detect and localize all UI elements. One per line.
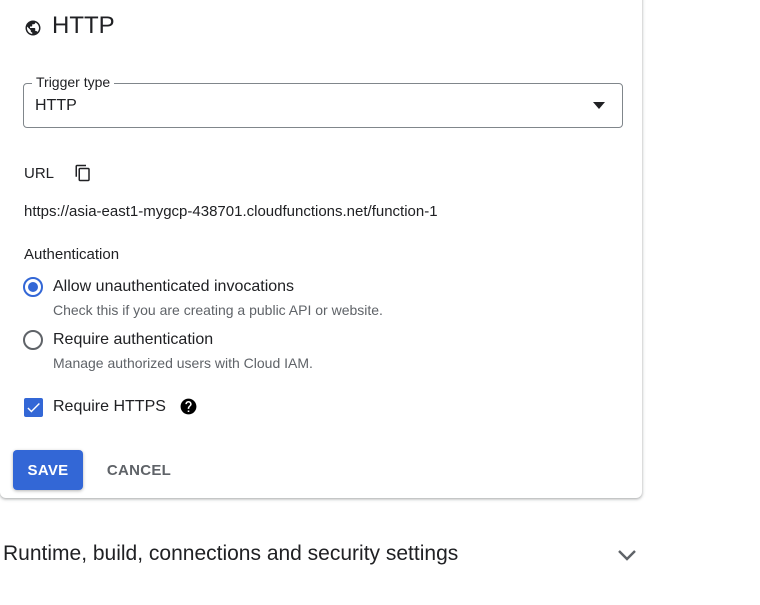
radio-checked-icon [23,277,43,297]
help-icon[interactable] [179,397,198,416]
trigger-type-select[interactable]: Trigger type HTTP [23,74,623,128]
section-title: Runtime, build, connections and security… [3,542,459,565]
save-button[interactable]: SAVE [13,450,83,490]
option-title[interactable]: Require authentication [53,331,213,349]
trigger-card: HTTP Trigger type HTTP URL https://asia-… [0,0,642,498]
radio-allow-unauthenticated[interactable] [23,277,43,297]
option-subtitle: Check this if you are creating a public … [53,302,383,318]
runtime-settings-section[interactable]: Runtime, build, connections and security… [0,530,642,578]
copy-icon[interactable] [74,163,92,183]
url-value: https://asia-east1-mygcp-438701.cloudfun… [24,203,438,220]
dropdown-arrow-icon [593,102,605,109]
cancel-button[interactable]: CANCEL [96,450,182,490]
page-title: HTTP [52,12,115,39]
option-title[interactable]: Allow unauthenticated invocations [53,278,294,296]
url-label: URL [24,165,55,182]
radio-require-authentication[interactable] [23,330,43,350]
require-https-checkbox[interactable] [24,398,43,417]
radio-unchecked-icon [23,330,43,350]
card-header: HTTP [24,12,115,40]
option-subtitle: Manage authorized users with Cloud IAM. [53,355,313,371]
require-https-label[interactable]: Require HTTPS [53,398,166,416]
check-icon [27,402,40,413]
trigger-type-value: HTTP [35,97,77,114]
globe-icon [25,20,41,36]
chevron-down-icon[interactable] [617,548,637,562]
trigger-type-label: Trigger type [32,74,115,90]
authentication-label: Authentication [24,246,120,263]
